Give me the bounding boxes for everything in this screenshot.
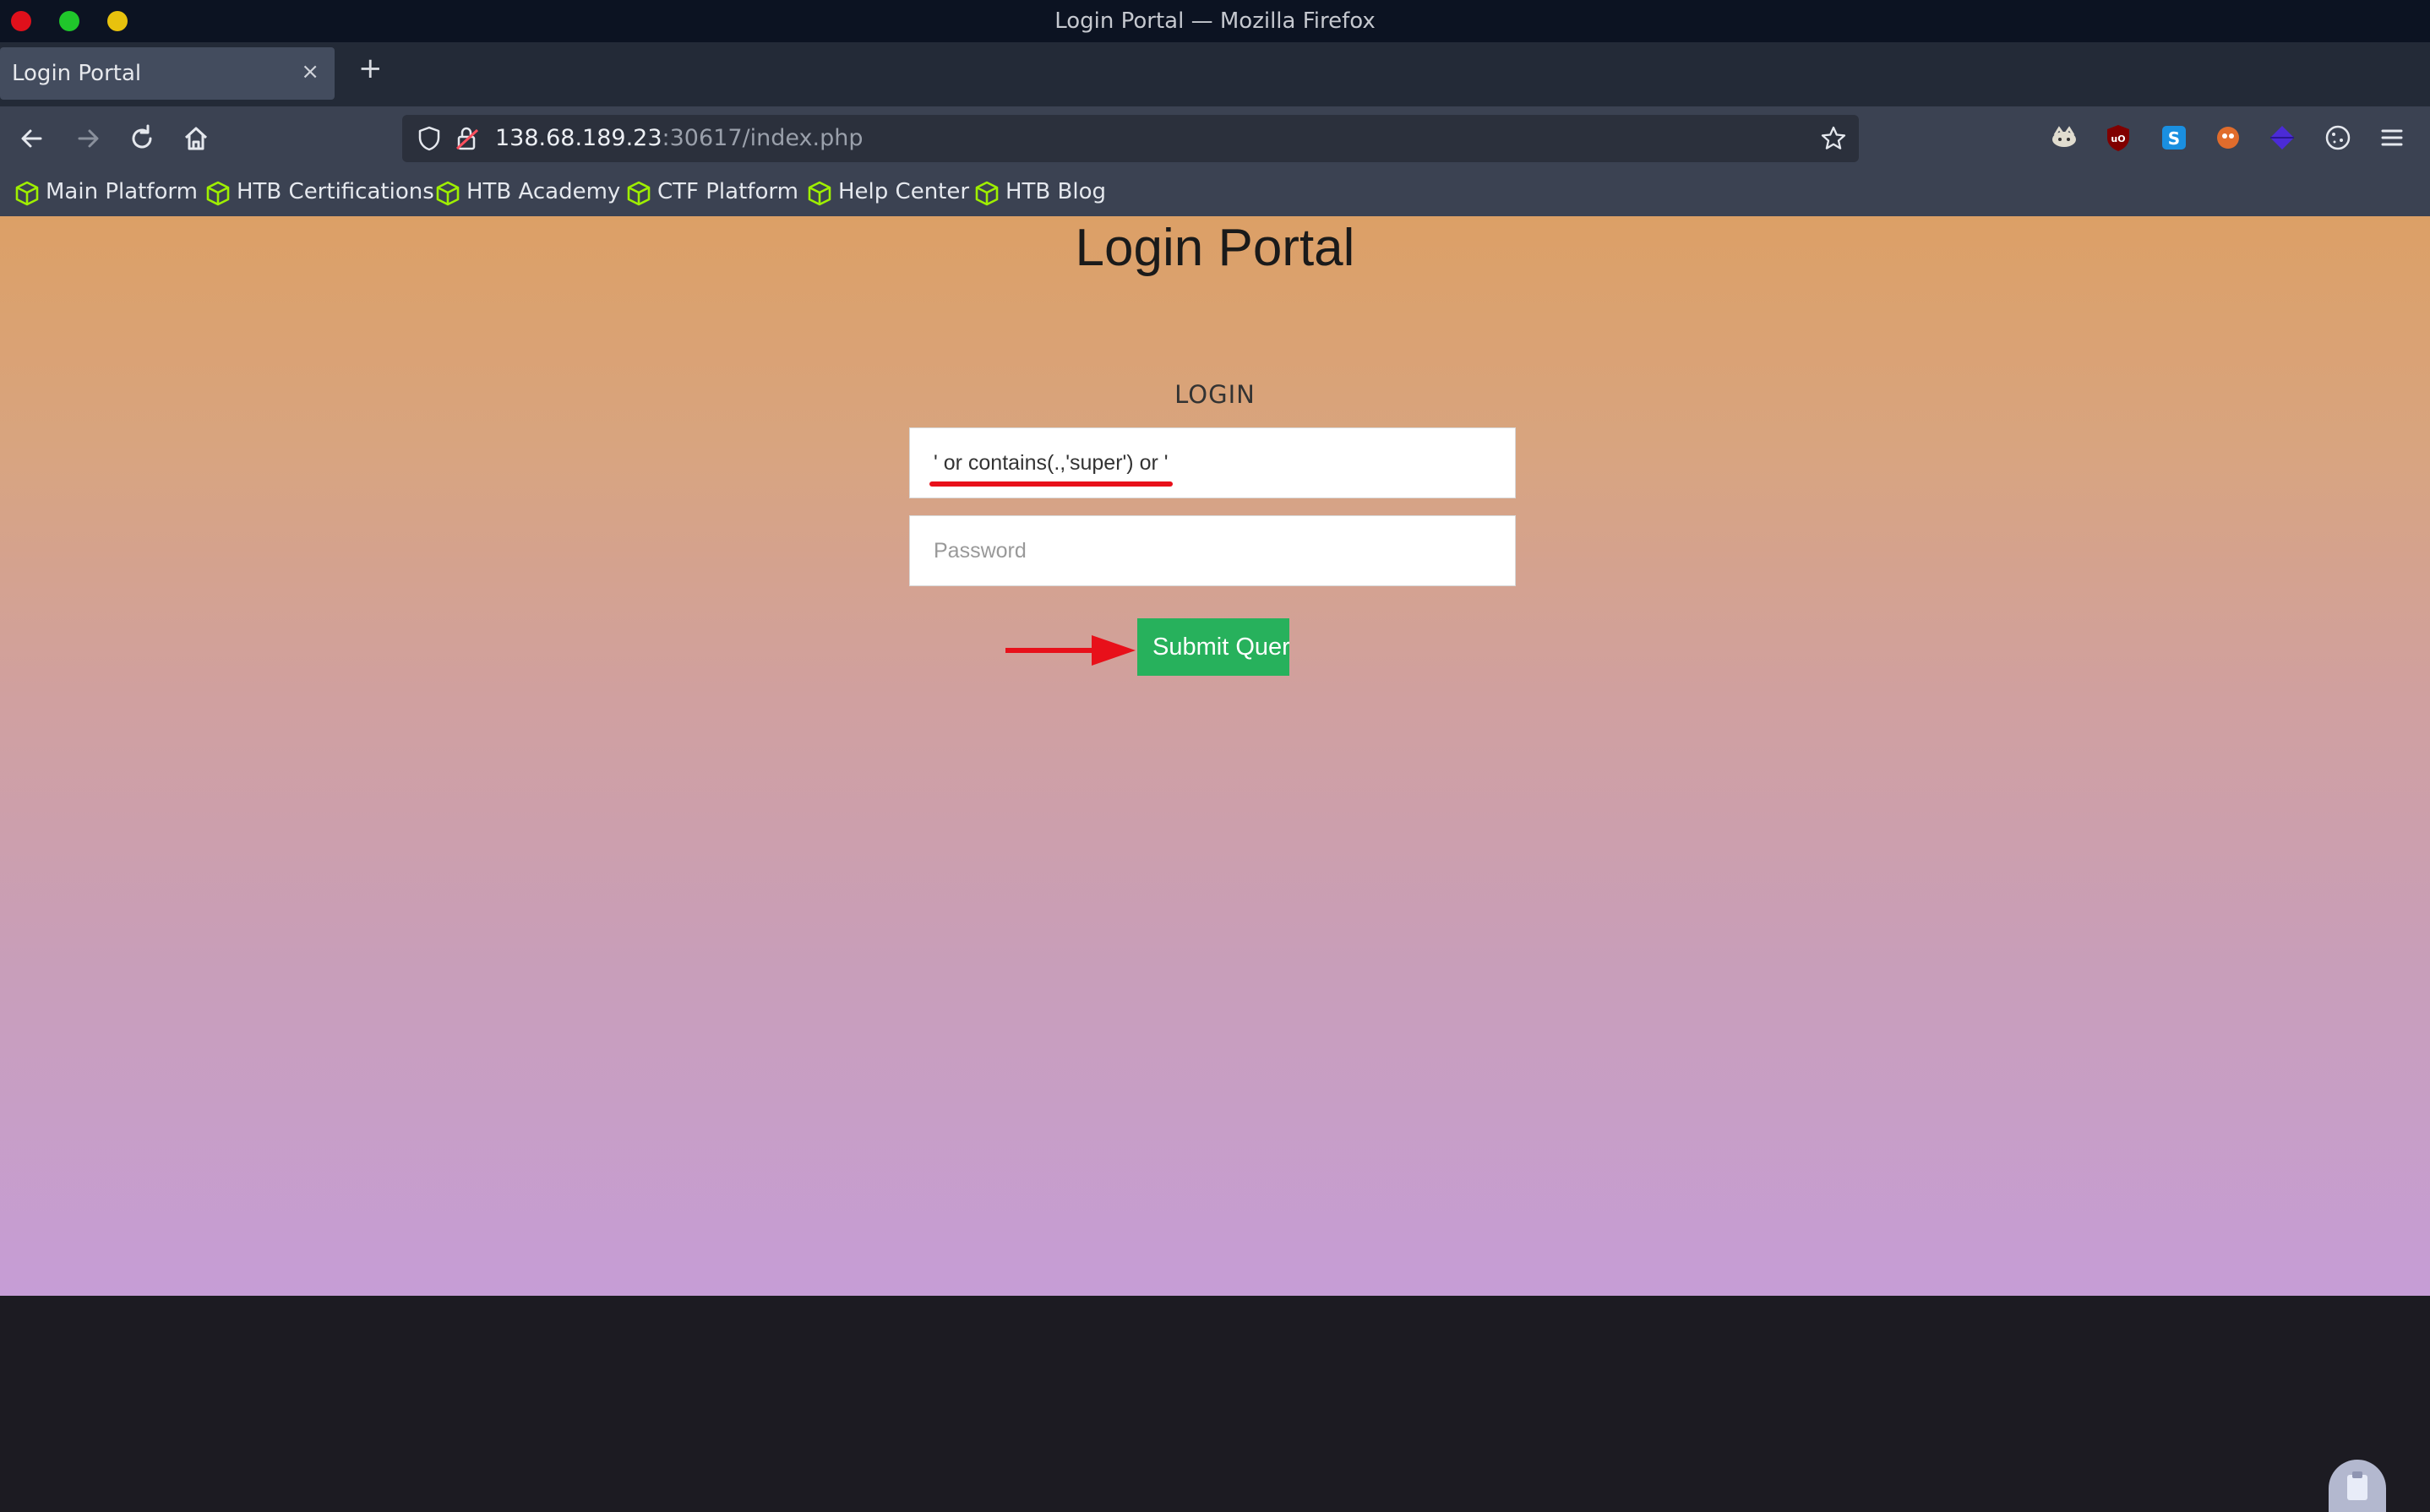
login-heading: LOGIN: [1174, 380, 1256, 409]
password-field[interactable]: [909, 515, 1516, 586]
submit-button[interactable]: Submit Query: [1137, 618, 1289, 676]
htb-cube-icon: [15, 181, 39, 206]
extension-foxyproxy-icon[interactable]: [2212, 122, 2244, 154]
htb-cube-icon: [627, 181, 651, 206]
clipboard-icon: [2347, 1471, 2367, 1500]
htb-cube-icon: [206, 181, 230, 206]
bookmark-star-icon[interactable]: [1820, 125, 1847, 152]
svg-text:uO: uO: [2111, 133, 2125, 144]
page-content: Login Portal LOGIN Submit Query: [0, 216, 2430, 1512]
window-title: Login Portal — Mozilla Firefox: [1054, 8, 1376, 34]
extension-diamond-icon[interactable]: [2266, 122, 2298, 154]
back-icon[interactable]: [15, 122, 49, 155]
bookmark-htb-academy[interactable]: HTB Academy: [436, 177, 620, 208]
red-underline-annotation: [929, 481, 1173, 487]
url-host: 138.68.189.23: [495, 125, 662, 151]
tab-label: Login Portal: [12, 61, 142, 86]
bookmarks-toolbar: Main Platform HTB Certifications HTB Aca…: [0, 171, 2430, 216]
bookmark-label: Help Center: [838, 179, 970, 204]
username-field[interactable]: [909, 427, 1516, 498]
clipboard-widget-icon[interactable]: [2329, 1460, 2386, 1512]
extension-s-icon[interactable]: S: [2158, 122, 2190, 154]
red-arrow-annotation: [1005, 635, 1136, 666]
bookmark-htb-blog[interactable]: HTB Blog: [975, 177, 1110, 208]
bookmark-main-platform[interactable]: Main Platform: [15, 177, 201, 208]
bookmark-label: Main Platform: [46, 179, 198, 204]
page-title: Login Portal: [1075, 219, 1355, 277]
url-path: :30617/index.php: [662, 125, 864, 151]
bookmark-label: HTB Certifications: [237, 179, 434, 204]
password-input[interactable]: [910, 516, 1515, 585]
reload-icon[interactable]: [125, 122, 159, 155]
address-bar[interactable]: 138.68.189.23:30617/index.php: [402, 115, 1859, 162]
cookie-icon[interactable]: [2322, 122, 2354, 154]
navigation-toolbar: 138.68.189.23:30617/index.php uO S: [0, 106, 2430, 171]
tab-close-icon[interactable]: ×: [301, 59, 319, 84]
url-text[interactable]: 138.68.189.23:30617/index.php: [495, 125, 863, 151]
bookmark-htb-certifications[interactable]: HTB Certifications: [206, 177, 434, 208]
htb-cube-icon: [808, 181, 831, 206]
bookmark-label: CTF Platform: [657, 179, 798, 204]
tab-login-portal[interactable]: Login Portal ×: [0, 47, 335, 100]
new-tab-button[interactable]: +: [358, 54, 383, 83]
htb-cube-icon: [436, 181, 460, 206]
menu-icon[interactable]: [2376, 122, 2408, 154]
bookmark-label: HTB Academy: [466, 179, 621, 204]
insecure-lock-icon[interactable]: [455, 125, 480, 152]
extension-fox-icon[interactable]: [2048, 122, 2080, 154]
svg-text:S: S: [2168, 128, 2180, 149]
bookmark-label: HTB Blog: [1005, 179, 1107, 204]
shield-icon[interactable]: [416, 125, 443, 152]
bookmark-help-center[interactable]: Help Center: [808, 177, 970, 208]
window-titlebar: Login Portal — Mozilla Firefox: [0, 0, 2430, 42]
bookmark-ctf-platform[interactable]: CTF Platform: [627, 177, 804, 208]
forward-icon[interactable]: [71, 122, 105, 155]
htb-cube-icon: [975, 181, 999, 206]
ublock-origin-icon[interactable]: uO: [2102, 122, 2134, 154]
username-input[interactable]: [910, 428, 1515, 498]
home-icon[interactable]: [179, 122, 213, 155]
